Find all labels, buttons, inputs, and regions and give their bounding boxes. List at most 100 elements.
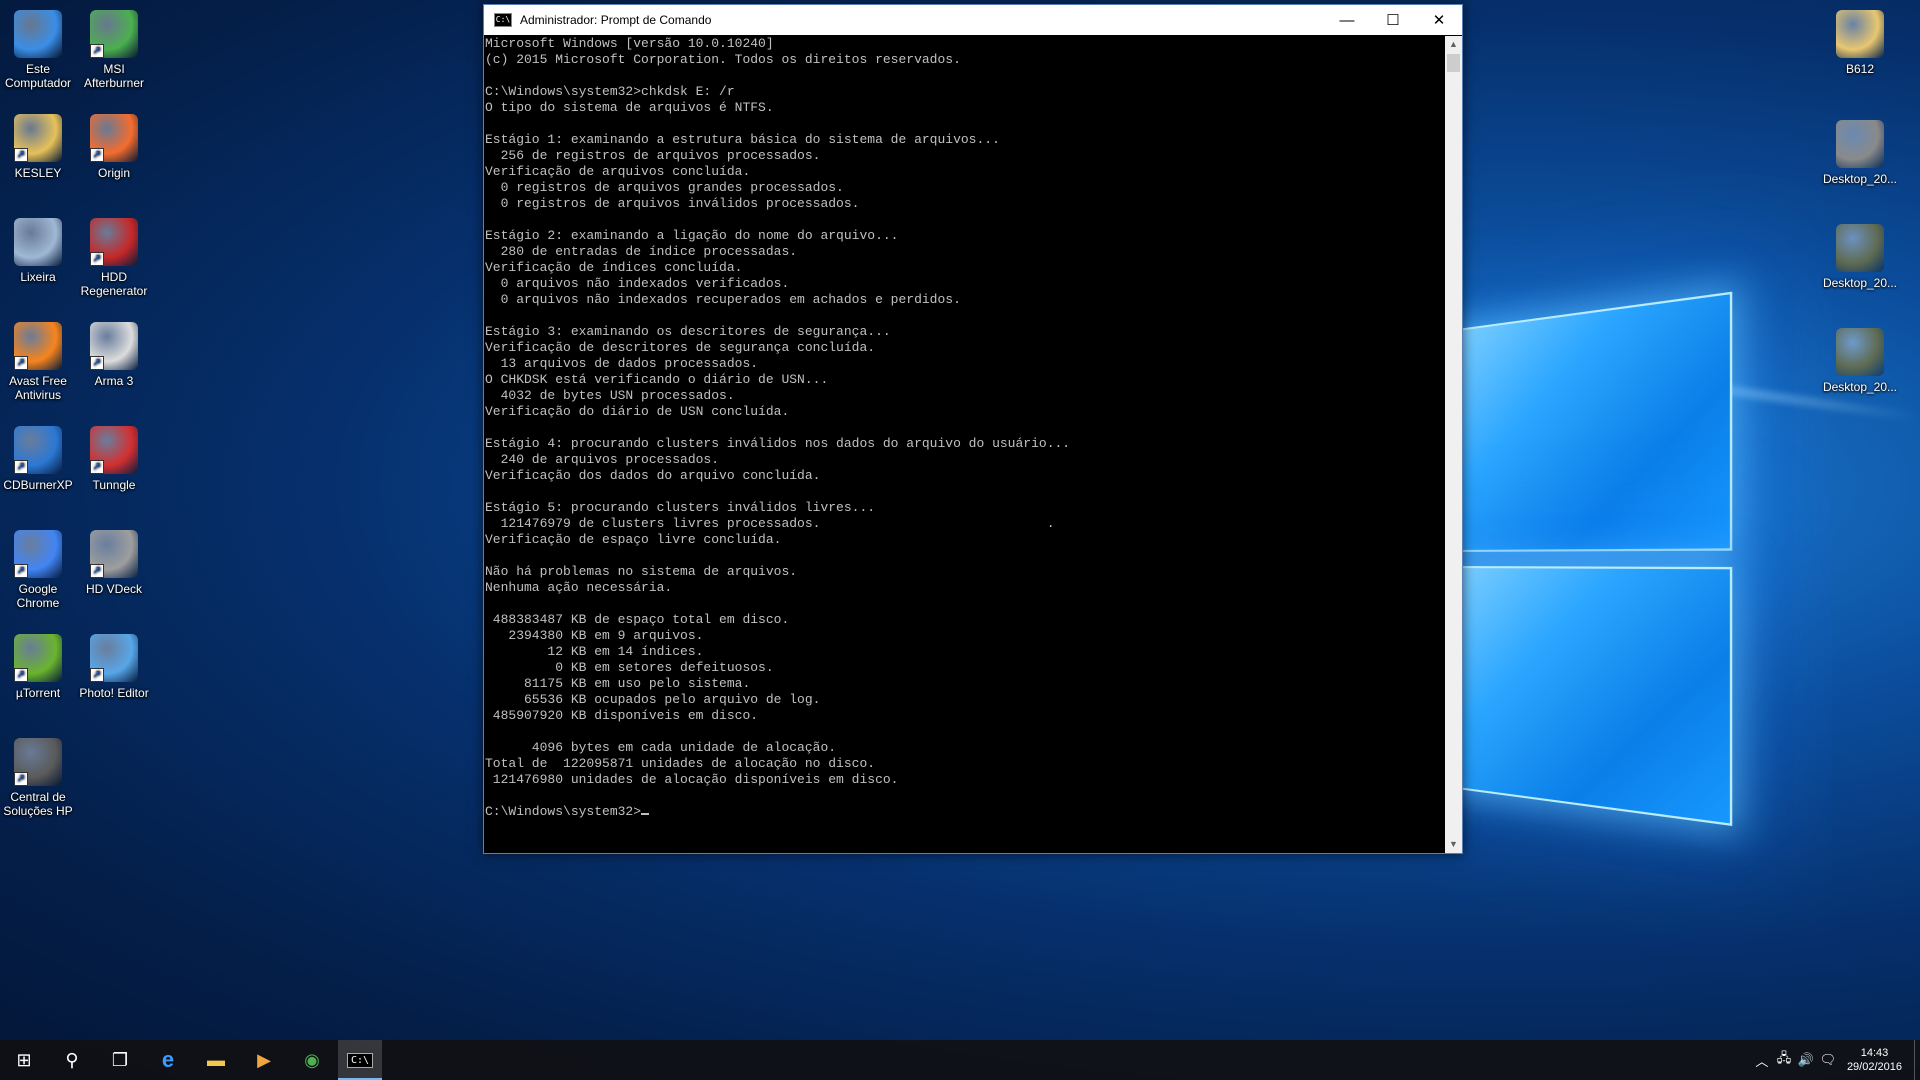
network-icon[interactable]: 🖧 bbox=[1773, 1049, 1795, 1071]
show-desktop-button[interactable] bbox=[1914, 1040, 1920, 1080]
task-view-button[interactable]: ❐ bbox=[96, 1040, 144, 1080]
windows-logo-icon: ⊞ bbox=[16, 1049, 32, 1070]
edge-taskbar-button[interactable]: e bbox=[144, 1040, 192, 1080]
console-line: 12 KB em 14 índices. bbox=[485, 644, 704, 659]
console-line: O CHKDSK está verificando o diário de US… bbox=[485, 372, 829, 387]
console-line: 488383487 KB de espaço total em disco. bbox=[485, 612, 790, 627]
desktop-shortcut[interactable]: ↗ KESLEY bbox=[0, 114, 76, 180]
console-line: Não há problemas no sistema de arquivos. bbox=[485, 564, 798, 579]
desktop-shortcut[interactable]: ↗ Google Chrome bbox=[0, 530, 76, 610]
cdburner-icon: ↗ bbox=[14, 426, 62, 474]
shortcut-arrow-icon: ↗ bbox=[90, 44, 104, 58]
desktop-shortcut[interactable]: ↗ HDD Regenerator bbox=[76, 218, 152, 298]
desktop-shortcut[interactable]: Desktop_20... bbox=[1822, 328, 1898, 394]
shortcut-arrow-icon: ↗ bbox=[90, 148, 104, 162]
tray-chevron-icon[interactable]: ︿ bbox=[1751, 1051, 1773, 1070]
console-line: 4096 bytes em cada unidade de alocação. bbox=[485, 740, 837, 755]
volume-icon[interactable]: 🔊 bbox=[1795, 1052, 1817, 1068]
desktop-shortcut[interactable]: ↗ Central de Soluções HP bbox=[0, 738, 76, 818]
minimize-button[interactable]: — bbox=[1324, 5, 1370, 35]
scrollbar-thumb[interactable] bbox=[1447, 54, 1460, 72]
desktop-shortcut[interactable]: Desktop_20... bbox=[1822, 120, 1898, 186]
console-line: Nenhuma ação necessária. bbox=[485, 580, 673, 595]
console-line: 4032 de bytes USN processados. bbox=[485, 388, 735, 403]
desktop-shortcut[interactable]: Este Computador bbox=[0, 10, 76, 90]
avast-icon: ↗ bbox=[14, 322, 62, 370]
desktop-icon-label: Google Chrome bbox=[16, 582, 60, 610]
console-line: 121476979 de clusters livres processados… bbox=[485, 516, 1055, 531]
logo-pane-top bbox=[1450, 291, 1733, 552]
console-line: Estágio 4: procurando clusters inválidos… bbox=[485, 436, 1071, 451]
console-line: 256 de registros de arquivos processados… bbox=[485, 148, 821, 163]
desktop-shortcut[interactable]: B612 bbox=[1822, 10, 1898, 76]
shortcut-arrow-icon: ↗ bbox=[14, 460, 28, 474]
shortcut-arrow-icon: ↗ bbox=[14, 668, 28, 682]
shortcut-arrow-icon: ↗ bbox=[90, 564, 104, 578]
desktop-icon-label: HDD Regenerator bbox=[80, 270, 148, 298]
maximize-button[interactable]: ☐ bbox=[1370, 5, 1416, 35]
desktop-shortcut[interactable]: ↗ Photo! Editor bbox=[76, 634, 152, 700]
file-explorer-taskbar-button[interactable]: ▬ bbox=[192, 1040, 240, 1080]
desktop-icon-label: Origin bbox=[97, 166, 130, 180]
chrome-taskbar-button[interactable]: ◉ bbox=[288, 1040, 336, 1080]
shortcut-arrow-icon: ↗ bbox=[90, 252, 104, 266]
console-line: Estágio 1: examinando a estrutura básica… bbox=[485, 132, 1000, 147]
desktop-shortcut[interactable]: ↗ CDBurnerXP bbox=[0, 426, 76, 492]
wallpaper-windows-logo bbox=[1450, 291, 1733, 827]
cmd-window-icon: C:\ bbox=[494, 13, 512, 27]
window-titlebar[interactable]: C:\ Administrador: Prompt de Comando — ☐… bbox=[484, 5, 1462, 35]
utorrent-icon: ↗ bbox=[14, 634, 62, 682]
origin-icon: ↗ bbox=[90, 114, 138, 162]
vertical-scrollbar[interactable]: ▲ ▼ bbox=[1445, 36, 1462, 853]
desktop-shortcut[interactable]: ↗ MSI Afterburner bbox=[76, 10, 152, 90]
desktop-shortcut[interactable]: ↗ Tunngle bbox=[76, 426, 152, 492]
console-line: 121476980 unidades de alocação disponíve… bbox=[485, 772, 899, 787]
desktop-shortcut[interactable]: ↗ Avast Free Antivirus bbox=[0, 322, 76, 402]
monitor-icon bbox=[14, 10, 62, 58]
console-line: 0 registros de arquivos inválidos proces… bbox=[485, 196, 860, 211]
logo-pane-bottom bbox=[1450, 566, 1733, 827]
desktop-shortcut[interactable]: ↗ Origin bbox=[76, 114, 152, 180]
close-button[interactable]: ✕ bbox=[1416, 5, 1462, 35]
desktop-shortcut[interactable]: Desktop_20... bbox=[1822, 224, 1898, 290]
system-tray: ︿ 🖧 🔊 🗨 14:43 29/02/2016 bbox=[1751, 1040, 1920, 1080]
desktop-icon-label: B612 bbox=[1845, 62, 1875, 76]
cmd-taskbar-button[interactable]: C:\ bbox=[338, 1040, 382, 1080]
console-line: 81175 KB em uso pelo sistema. bbox=[485, 676, 751, 691]
notifications-icon[interactable]: 🗨 bbox=[1817, 1052, 1839, 1068]
taskbar-clock[interactable]: 14:43 29/02/2016 bbox=[1839, 1046, 1914, 1074]
search-icon: ⚲ bbox=[65, 1049, 79, 1070]
console-line: Verificação de índices concluída. bbox=[485, 260, 743, 275]
scroll-up-arrow-icon[interactable]: ▲ bbox=[1445, 36, 1462, 53]
clock-date: 29/02/2016 bbox=[1846, 1061, 1902, 1073]
desktop-shortcut[interactable]: ↗ µTorrent bbox=[0, 634, 76, 700]
console-output[interactable]: Microsoft Windows [versão 10.0.10240] (c)… bbox=[484, 36, 1445, 853]
shortcut-arrow-icon: ↗ bbox=[14, 564, 28, 578]
scroll-down-arrow-icon[interactable]: ▼ bbox=[1445, 836, 1462, 853]
console-line: 0 KB em setores defeituosos. bbox=[485, 660, 774, 675]
desktop-icon-label: Este Computador bbox=[4, 62, 72, 90]
media-player-taskbar-button[interactable]: ▶ bbox=[240, 1040, 288, 1080]
start-button[interactable]: ⊞ bbox=[0, 1040, 48, 1080]
desktop-shortcut[interactable]: Lixeira bbox=[0, 218, 76, 284]
shortcut-arrow-icon: ↗ bbox=[90, 356, 104, 370]
search-button[interactable]: ⚲ bbox=[48, 1040, 96, 1080]
console-line: Verificação do diário de USN concluída. bbox=[485, 404, 790, 419]
desktop-shortcut[interactable]: ↗ Arma 3 bbox=[76, 322, 152, 388]
shortcut-arrow-icon: ↗ bbox=[14, 772, 28, 786]
task-view-icon: ❐ bbox=[111, 1049, 129, 1070]
media-player-icon: ▶ bbox=[257, 1049, 271, 1070]
command-prompt-window[interactable]: C:\ Administrador: Prompt de Comando — ☐… bbox=[483, 4, 1463, 854]
desktop-shortcut[interactable]: ↗ HD VDeck bbox=[76, 530, 152, 596]
desktop-icon-label: HD VDeck bbox=[85, 582, 142, 596]
console-line: C:\Windows\system32>chkdsk E: /r bbox=[485, 84, 735, 99]
desktop-icon-label: Desktop_20... bbox=[1822, 276, 1898, 290]
console-line: 0 arquivos não indexados verificados. bbox=[485, 276, 790, 291]
desktop-icon-label: KESLEY bbox=[14, 166, 62, 180]
